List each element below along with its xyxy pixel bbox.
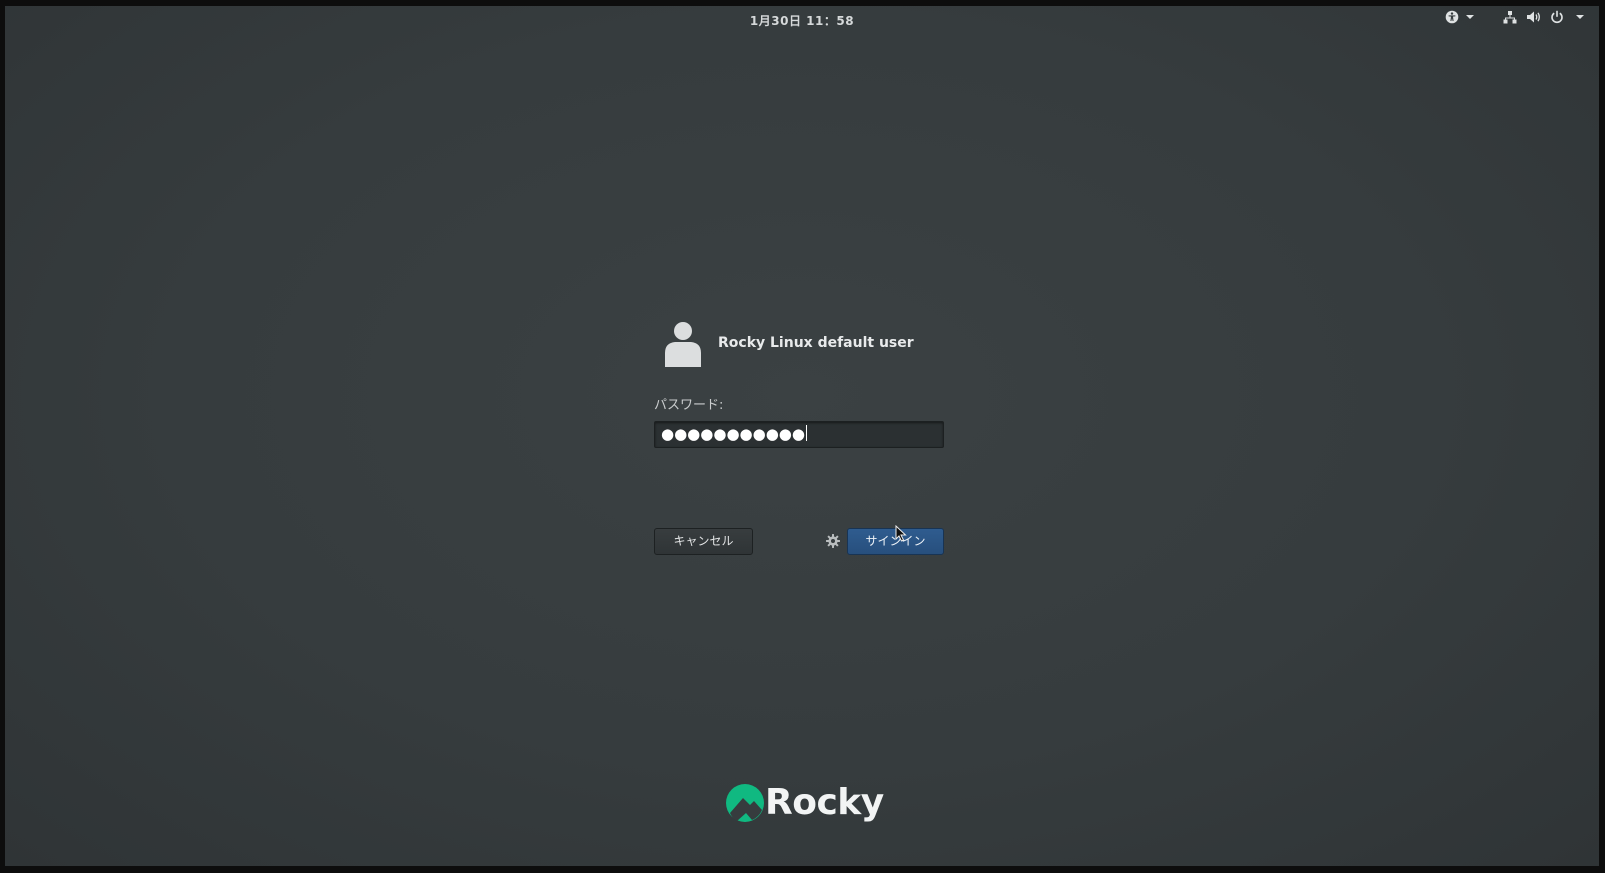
rocky-logo-icon — [726, 783, 764, 822]
volume-icon — [1527, 11, 1540, 23]
chevron-down-icon — [1576, 15, 1584, 19]
text-cursor — [805, 425, 807, 441]
password-label: パスワード: — [654, 398, 724, 413]
password-input[interactable]: ●●●●●●●●●●● — [654, 421, 944, 448]
network-icon — [1503, 11, 1517, 24]
clock[interactable]: 1月30日 11：58 — [5, 12, 1599, 29]
rocky-logo: Rocky — [725, 782, 884, 823]
login-screen: 1月30日 11：58 Rocky Linux default user パスワ… — [5, 6, 1599, 866]
user-avatar-icon — [665, 322, 701, 367]
user-row: Rocky Linux default user — [654, 318, 954, 368]
rocky-logo-text: Rocky — [765, 782, 884, 823]
gear-icon[interactable] — [825, 533, 841, 549]
cancel-button[interactable]: キャンセル — [654, 528, 753, 555]
mouse-pointer-icon — [895, 525, 907, 542]
user-name: Rocky Linux default user — [718, 335, 914, 351]
password-value: ●●●●●●●●●●● — [661, 425, 805, 443]
top-bar: 1月30日 11：58 — [5, 6, 1599, 32]
system-menu[interactable] — [1503, 10, 1584, 24]
button-row: キャンセル サインイン — [654, 528, 954, 556]
login-dialog: Rocky Linux default user パスワード: ●●●●●●●●… — [654, 318, 954, 556]
chevron-down-icon — [1466, 15, 1474, 19]
power-icon — [1551, 10, 1563, 24]
accessibility-icon — [1445, 10, 1459, 24]
accessibility-menu[interactable] — [1445, 10, 1474, 24]
